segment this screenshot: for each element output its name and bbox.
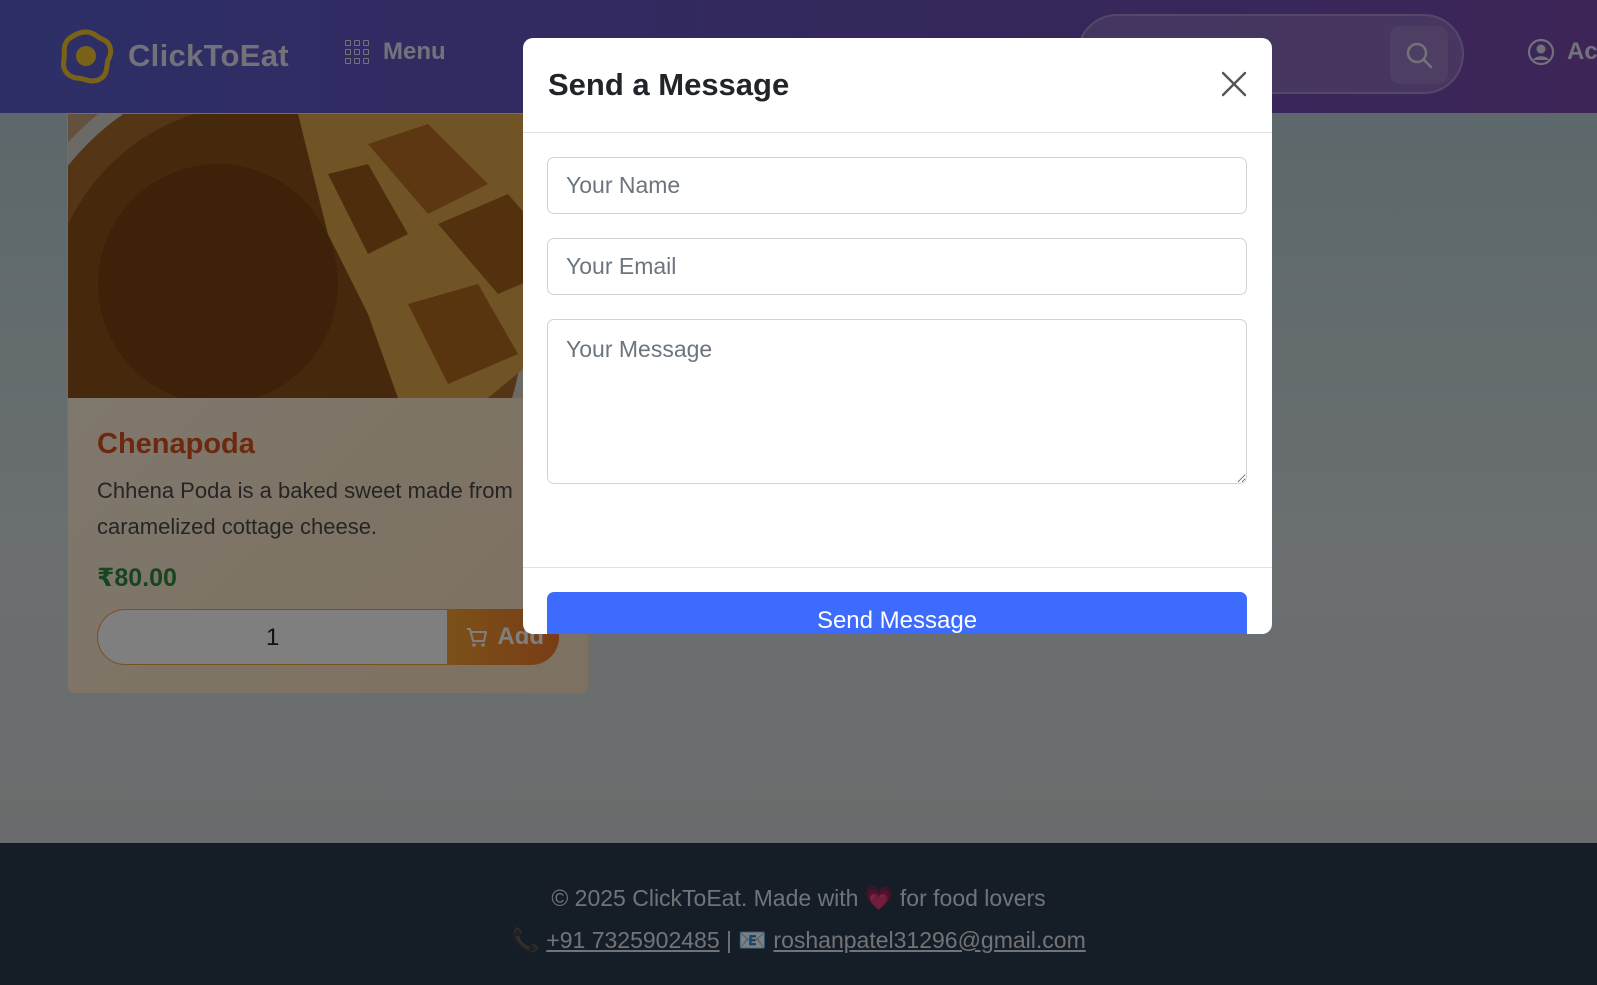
message-textarea[interactable]	[547, 319, 1247, 484]
close-icon	[1221, 71, 1247, 97]
modal-title: Send a Message	[548, 67, 790, 102]
send-message-button[interactable]: Send Message	[547, 592, 1247, 634]
modal-footer: Send Message	[523, 568, 1272, 634]
email-input[interactable]	[547, 238, 1247, 295]
close-button[interactable]	[1218, 68, 1250, 100]
name-input[interactable]	[547, 157, 1247, 214]
modal-header: Send a Message	[523, 38, 1272, 133]
modal-body	[523, 133, 1272, 568]
send-message-modal: Send a Message Send Message	[523, 38, 1272, 634]
